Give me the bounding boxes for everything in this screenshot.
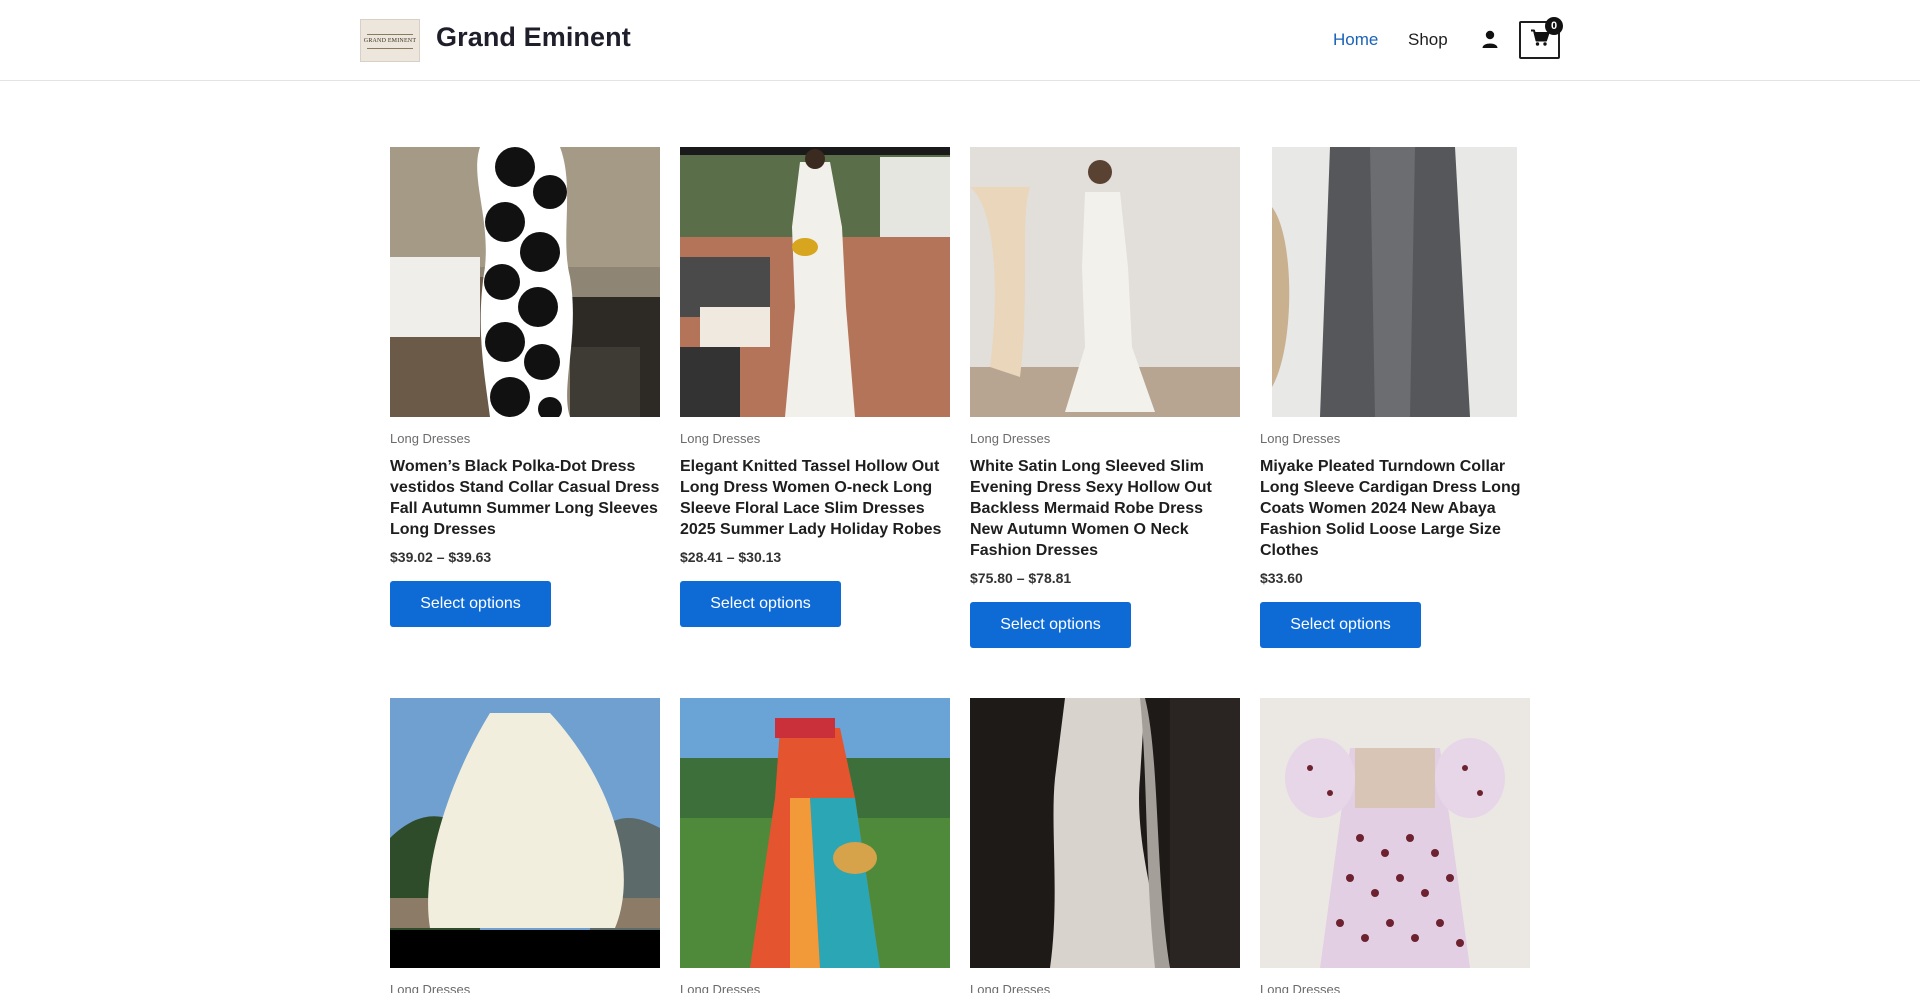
product-price: $33.60 [1260, 570, 1303, 586]
select-options-button[interactable]: Select options [680, 581, 841, 627]
product-category: Long Dresses [390, 431, 471, 446]
product-image[interactable] [1260, 698, 1530, 968]
nav-shop-link[interactable]: Shop [1408, 30, 1448, 50]
product-category: Long Dresses [970, 431, 1051, 446]
product-category: Long Dresses [680, 431, 761, 446]
product-card: Long Dresses White Satin Long Sleeved Sl… [970, 147, 1240, 648]
product-title[interactable]: Women’s Black Polka-Dot Dress vestidos S… [390, 456, 660, 540]
site-header: GRAND EMINENT Grand Eminent Home Shop 0 [0, 0, 1920, 81]
logo-rule-top [367, 34, 413, 35]
product-title[interactable]: White Satin Long Sleeved Slim Evening Dr… [970, 456, 1240, 561]
product-card: Long Dresses Elegant Knitted Tassel Holl… [680, 147, 950, 648]
product-image[interactable] [970, 698, 1240, 968]
product-card: Long Dresses [970, 698, 1240, 993]
logo-text: GRAND EMINENT [363, 37, 417, 44]
logo-rule-bottom [367, 48, 413, 49]
product-title[interactable]: Miyake Pleated Turndown Collar Long Slee… [1260, 456, 1530, 561]
product-category: Long Dresses [680, 982, 761, 993]
select-options-button[interactable]: Select options [1260, 602, 1421, 648]
site-logo[interactable]: GRAND EMINENT [360, 19, 420, 62]
select-options-button[interactable]: Select options [390, 581, 551, 627]
product-title[interactable]: Elegant Knitted Tassel Hollow Out Long D… [680, 456, 950, 540]
product-image[interactable] [1260, 147, 1530, 417]
product-price: $28.41 – $30.13 [680, 549, 782, 565]
product-card: Long Dresses [1260, 698, 1530, 993]
product-image[interactable] [680, 698, 950, 968]
product-card: Long Dresses Miyake Pleated Turndown Col… [1260, 147, 1530, 648]
product-category: Long Dresses [390, 982, 471, 993]
product-price: $39.02 – $39.63 [390, 549, 492, 565]
product-category: Long Dresses [970, 982, 1051, 993]
product-category: Long Dresses [1260, 431, 1341, 446]
product-image[interactable] [970, 147, 1240, 417]
product-category: Long Dresses [1260, 982, 1341, 993]
product-price: $75.80 – $78.81 [970, 570, 1072, 586]
product-card: Long Dresses [390, 698, 660, 993]
select-options-button[interactable]: Select options [970, 602, 1131, 648]
product-card: Long Dresses [680, 698, 950, 993]
cart-count-badge: 0 [1545, 17, 1563, 35]
product-image[interactable] [680, 147, 950, 417]
product-grid: Long Dresses Women’s Black Polka-Dot Dre… [390, 147, 1540, 993]
user-icon[interactable] [1480, 29, 1500, 49]
product-image[interactable] [390, 698, 660, 968]
product-image[interactable] [390, 147, 660, 417]
site-title[interactable]: Grand Eminent [436, 22, 631, 53]
product-card: Long Dresses Women’s Black Polka-Dot Dre… [390, 147, 660, 648]
nav-home-link[interactable]: Home [1333, 30, 1378, 50]
